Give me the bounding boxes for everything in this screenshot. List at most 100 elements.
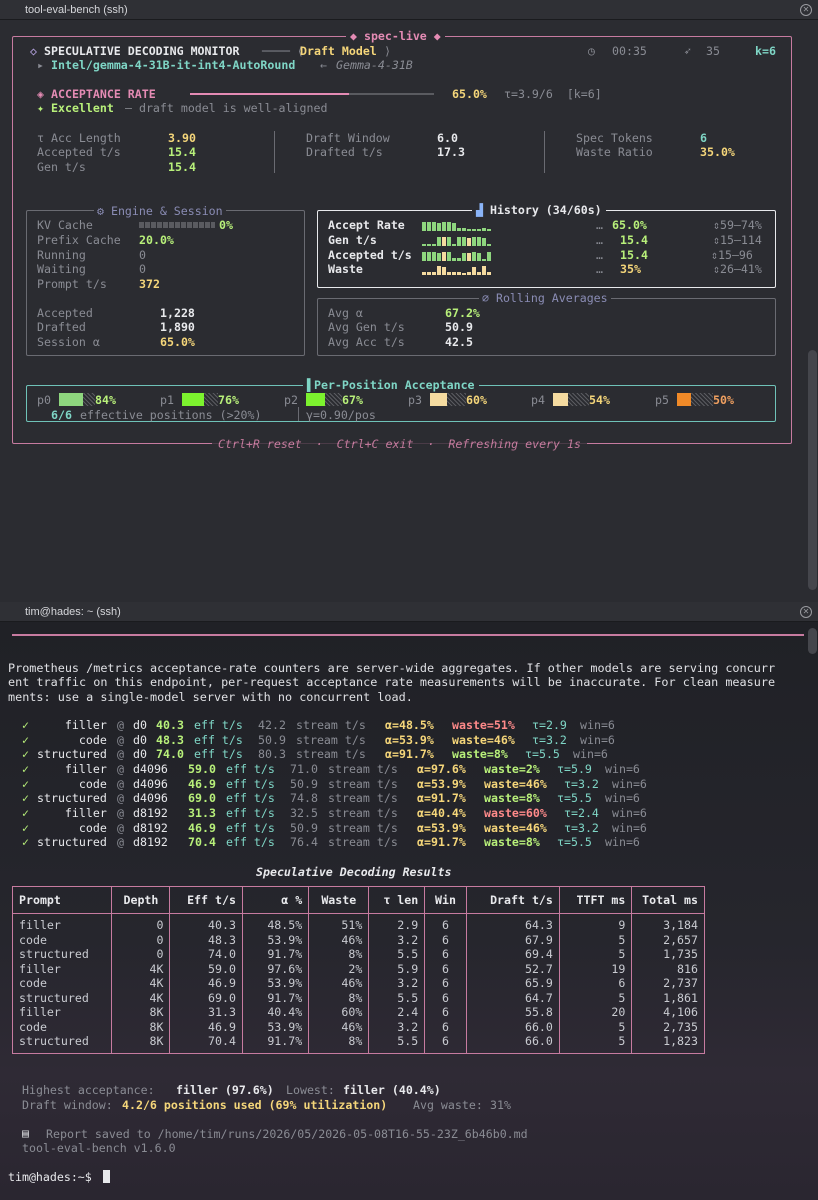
- position-value: 60%: [466, 393, 487, 407]
- check-icon: ✓: [22, 732, 29, 747]
- run-win: win=6: [612, 805, 647, 820]
- scrollbar[interactable]: [808, 350, 817, 590]
- run-eff: 69.0: [188, 791, 216, 806]
- stat-value: 6.0: [437, 131, 458, 145]
- rocket-icon: ➶: [684, 44, 691, 58]
- run-win: win=6: [580, 732, 615, 747]
- draft-window-label: Draft window:: [22, 1098, 113, 1112]
- spark-bar: [487, 229, 491, 231]
- monitor-title: SPECULATIVE DECODING MONITOR: [44, 44, 240, 58]
- stat-value: 35.0%: [700, 145, 735, 159]
- table-row: structured 4K 69.0 91.7% 8% 5.5 6 64.7 5 1,861: [11, 990, 705, 1005]
- stat-label: Waste Ratio: [576, 145, 653, 159]
- run-stream-unit: stream t/s: [328, 791, 398, 806]
- run-waste: waste=8%: [452, 747, 508, 762]
- table-cell: 1,735: [631, 947, 705, 962]
- table-cell: 8K: [111, 1034, 171, 1054]
- run-stream-unit: stream t/s: [328, 835, 398, 850]
- run-alpha: α=53.9%: [417, 776, 466, 791]
- table-row: filler 0 40.3 48.5% 51% 2.9 6 64.3 9 3,184: [11, 913, 705, 933]
- table-cell: 91.7%: [241, 1034, 310, 1054]
- effective-description: effective positions (>20%): [80, 408, 262, 422]
- report-path: Report saved to /home/tim/runs/2026/05/2…: [46, 1127, 528, 1141]
- table-cell: 2,657: [631, 932, 705, 947]
- table-header-cell: Waste: [308, 886, 370, 914]
- history-ellipsis: …: [596, 262, 603, 276]
- scrollbar[interactable]: [808, 628, 817, 654]
- draft-model-name: Intel/gemma-4-31B-it-int4-AutoRound: [51, 58, 296, 72]
- table-cell: 67.9: [465, 932, 560, 947]
- run-eff-unit: eff t/s: [226, 776, 275, 791]
- run-eff: 74.0: [156, 747, 184, 762]
- history-range: ⇕26–41%: [713, 262, 762, 276]
- spark-bar: [422, 252, 426, 261]
- arrow-left-icon: ←: [320, 58, 327, 72]
- close-icon[interactable]: ✕: [800, 4, 812, 16]
- header-close-bracket: ⟩: [384, 44, 391, 58]
- table-cell: structured: [11, 947, 113, 962]
- spark-bar: [437, 223, 441, 231]
- run-eff: 59.0: [188, 761, 216, 776]
- run-prompt: structured: [37, 835, 107, 850]
- run-tau: τ=3.2: [532, 732, 567, 747]
- position-label: p4: [531, 393, 545, 407]
- run-eff-unit: eff t/s: [226, 835, 275, 850]
- panel-bottom-border: [12, 634, 804, 636]
- table-header-cell: Eff t/s: [169, 886, 243, 914]
- clock-icon: ◷: [588, 44, 595, 58]
- position-bar: [430, 393, 447, 406]
- table-cell: code: [11, 1019, 113, 1034]
- run-win: win=6: [605, 761, 640, 776]
- spark-bar: [427, 222, 431, 231]
- table-cell: 2,735: [631, 1019, 705, 1034]
- table-header-cell: Draft t/s: [465, 886, 560, 914]
- positions-divider: [298, 407, 299, 421]
- acceptance-value: 65.0%: [452, 87, 487, 101]
- run-eff-unit: eff t/s: [194, 732, 243, 747]
- positions-title: Per-Position Acceptance: [313, 378, 475, 392]
- close-icon[interactable]: ✕: [800, 606, 812, 618]
- run-tau: τ=2.9: [532, 718, 567, 732]
- table-cell: 0: [111, 947, 171, 962]
- table-cell: 51%: [308, 913, 370, 933]
- history-title-wrap: ▟ History (34/60s): [472, 203, 606, 217]
- position-bar-remainder: [447, 393, 466, 406]
- table-cell: 91.7%: [241, 990, 310, 1005]
- table-cell: 2.9: [368, 913, 426, 933]
- table-cell: code: [11, 976, 113, 991]
- run-waste: waste=8%: [484, 835, 540, 850]
- position-label: p3: [408, 393, 422, 407]
- history-range: ⇕15–114: [713, 233, 762, 247]
- run-depth: d8192: [133, 820, 168, 835]
- table-cell: 40.3: [169, 913, 243, 933]
- spark-bar: [422, 244, 426, 246]
- position-value: 76%: [218, 393, 239, 407]
- sparkle-icon: ✦: [37, 101, 44, 115]
- sparkline: [422, 234, 491, 246]
- spark-bar: [427, 272, 431, 275]
- highest-value: filler (97.6%): [176, 1083, 274, 1097]
- run-eff-unit: eff t/s: [226, 805, 275, 820]
- text-cursor[interactable]: [103, 1170, 110, 1183]
- table-cell: 5.9: [368, 961, 426, 976]
- history-value: 15.4: [620, 233, 648, 247]
- spark-bar: [432, 222, 436, 231]
- spark-bar: [432, 252, 436, 261]
- table-cell: 46%: [308, 932, 370, 947]
- spark-bar: [477, 237, 481, 246]
- table-header-row: Prompt Depth Eff t/s α % Waste τ len Win Draft …: [11, 886, 705, 914]
- k-value: k=6: [755, 44, 776, 58]
- spark-bar: [457, 237, 461, 246]
- table-cell: 6: [558, 976, 633, 991]
- prefix-label: Prefix Cache: [37, 233, 121, 247]
- history-value: 65.0%: [612, 218, 647, 232]
- run-depth: d0: [133, 747, 147, 762]
- run-eff-unit: eff t/s: [226, 791, 275, 806]
- run-waste: waste=51%: [452, 718, 515, 732]
- kv-cache-bar: [139, 222, 215, 228]
- position-label: p0: [37, 393, 51, 407]
- run-win: win=6: [612, 776, 647, 791]
- position-bar: [553, 393, 568, 406]
- running-label: Running: [37, 248, 86, 262]
- window-titlebar: tim@hades: ~ (ssh) ✕: [0, 602, 818, 622]
